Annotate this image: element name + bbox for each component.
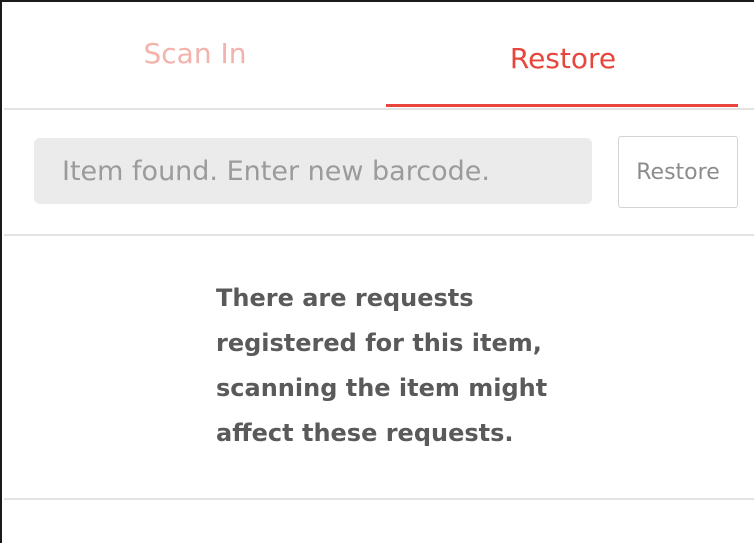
tab-restore-label: Restore xyxy=(509,41,617,75)
warning-line-2: registered for this item, xyxy=(216,329,542,357)
tab-bar: Scan In Restore xyxy=(4,4,754,110)
tab-scan-in[interactable]: Scan In xyxy=(4,4,386,108)
barcode-input[interactable] xyxy=(34,138,592,204)
warning-line-3: scanning the item might xyxy=(216,374,548,402)
tab-scan-in-label: Scan In xyxy=(143,36,247,70)
warning-line-1: There are requests xyxy=(216,284,474,312)
tab-restore[interactable]: Restore xyxy=(386,4,740,108)
active-tab-indicator xyxy=(386,104,738,107)
app-window: Scan In Restore Restore There are reques… xyxy=(0,0,754,543)
warning-line-4: affect these requests. xyxy=(216,419,514,447)
requests-warning-message: There are requests registered for this i… xyxy=(216,276,636,456)
barcode-row: Restore xyxy=(4,110,754,236)
message-panel: There are requests registered for this i… xyxy=(4,236,754,500)
restore-button[interactable]: Restore xyxy=(618,136,738,208)
